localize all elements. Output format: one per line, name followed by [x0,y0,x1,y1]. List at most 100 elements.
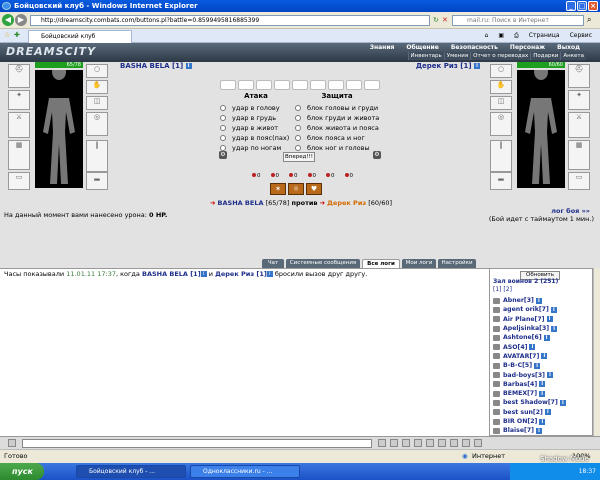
player-name[interactable]: agent orik[7] [503,306,549,313]
vs-player-left[interactable]: BASHA BELA [218,199,264,207]
player-list-item[interactable]: best Shadow[7] i [493,398,589,407]
pager[interactable]: [1] [2] [493,286,512,293]
player-name[interactable]: Ashtone[6] [503,334,542,341]
info-icon[interactable]: i [539,381,546,388]
tab-system[interactable]: Системные сообщения [286,259,360,268]
taskbar-item[interactable]: Бойцовский клуб - ... [76,465,186,478]
refresh-icon[interactable]: ↻ [433,16,439,24]
forward-icon[interactable]: ▶ [15,14,27,26]
legs-slot[interactable]: ‖ [490,140,512,172]
bracer-slot[interactable]: ◫ [490,96,512,110]
clear-icon[interactable] [390,439,398,447]
gloves-slot[interactable]: ✋ [86,80,108,94]
amulet-slot[interactable]: ✦ [568,90,590,110]
home-icon[interactable]: ⌂ [485,32,489,40]
add-favorites-icon[interactable]: ✚ [14,31,20,39]
vs-player-right[interactable]: Дерек Риз [327,199,366,207]
spell-slot[interactable]: ☼ [288,183,304,195]
radio-icon[interactable] [220,135,226,141]
radio-icon[interactable] [220,125,226,131]
player-list-item[interactable]: B-B-C[5] i [493,361,589,370]
player-name[interactable]: Barbas[4] [503,381,537,388]
info-icon[interactable]: i [546,316,553,323]
private-icon[interactable] [462,439,470,447]
player-list-item[interactable]: Apeljsinka[3] i [493,324,589,333]
url-input[interactable]: http://dreamscity.combats.com/buttons.pl… [30,15,430,26]
tab-bk[interactable]: Бойцовский клуб [28,30,132,43]
info-icon[interactable]: i [535,297,542,304]
info-icon[interactable]: i [539,390,546,397]
weapon-slot[interactable]: ⚔ [568,112,590,138]
submenu-item[interactable]: Подарки [530,52,561,60]
tab-my-logs[interactable]: Мои логи [402,259,436,268]
radio-icon[interactable] [295,125,301,131]
player-list-item[interactable]: agent orik[7] i [493,305,589,314]
scroll-slot[interactable] [220,80,236,90]
player-list-item[interactable]: Abner[3] i [493,296,589,305]
info-icon[interactable]: i [529,344,536,351]
player-name[interactable]: Blaise[7] [503,427,534,434]
info-icon[interactable]: i [200,271,207,277]
radio-icon[interactable] [295,115,301,121]
info-icon[interactable]: i [185,63,192,69]
attack-option[interactable]: удар в грудь [220,113,292,123]
minimize-button[interactable]: _ [566,1,576,11]
defense-option[interactable]: блок груди и живота [295,113,379,123]
service-menu[interactable]: Сервис [570,32,592,40]
scroll-slot[interactable] [328,80,344,90]
shield-slot[interactable]: ◎ [86,112,108,136]
attack-option[interactable]: удар в живот [220,123,292,133]
info-icon[interactable]: i [534,362,541,369]
chat-player-left[interactable]: BASHA BELA [1] [142,270,201,278]
send-icon[interactable] [378,439,386,447]
player-list-item[interactable]: best sun[2] i [493,408,589,417]
player-list-item[interactable]: bad-boys[3] i [493,370,589,379]
smiles-icon[interactable] [450,439,458,447]
player-name[interactable]: BIR ON[2] [503,418,537,425]
radio-icon[interactable] [295,145,301,151]
forward-button[interactable]: Вперед!!! [283,152,315,162]
info-icon[interactable]: i [550,306,557,313]
scroll-slot[interactable] [292,80,308,90]
weapon-slot[interactable]: ⚔ [8,112,30,138]
close-button[interactable]: × [588,1,598,11]
player-name[interactable]: B-B-C[5] [503,362,532,369]
taskbar-item[interactable]: Одноклассники.ru - ... [190,465,300,478]
color-icon[interactable] [438,439,446,447]
player-list-item[interactable]: Barbas[4] i [493,380,589,389]
scroll-slot[interactable] [346,80,362,90]
scrollbar[interactable] [593,268,600,436]
scroll-slot[interactable] [274,80,290,90]
belt-slot[interactable]: ▭ [8,172,30,190]
player-list-item[interactable]: ASO[4] i [493,342,589,351]
player-list-item[interactable]: BIR ON[2] i [493,417,589,426]
belt-slot[interactable]: ▭ [568,172,590,190]
info-icon[interactable]: i [474,63,480,69]
info-icon[interactable]: i [541,353,548,360]
player-name[interactable]: AVATAR[7] [503,353,539,360]
amulet-slot[interactable]: ✦ [8,90,30,110]
search-icon[interactable]: ⌕ [587,15,591,25]
tab-settings[interactable]: Настройки [438,259,476,268]
scroll-slot[interactable] [364,80,380,90]
player-name[interactable]: BEMEX[7] [503,390,537,397]
spell-slot[interactable]: ♥ [306,183,322,195]
boots-slot[interactable]: ▂ [86,172,108,190]
defense-option[interactable]: блок головы и груди [295,103,379,113]
menu-item[interactable]: Персонаж [504,44,551,52]
player-list-item[interactable]: Blaise[7] i [493,426,589,435]
player-name[interactable]: Air Plane[7] [503,316,545,323]
player-name[interactable]: bad-boys[3] [503,372,545,379]
submenu-item[interactable]: Анкета [560,52,586,60]
ring-slot[interactable]: ○ [490,64,512,78]
info-icon[interactable]: i [551,325,558,332]
battle-log-link[interactable]: лог боя »» [551,207,590,215]
info-icon[interactable]: i [543,334,550,341]
attack-option[interactable]: удар по ногам [220,143,292,153]
translit-icon[interactable] [402,439,410,447]
player-left-name[interactable]: BASHA BELA [1] i [120,62,192,70]
player-list-item[interactable]: BEMEX[7] i [493,389,589,398]
bracer-slot[interactable]: ◫ [86,96,108,110]
submenu-item[interactable]: Инвентарь [407,52,444,60]
stop-icon[interactable]: ✕ [442,16,448,24]
